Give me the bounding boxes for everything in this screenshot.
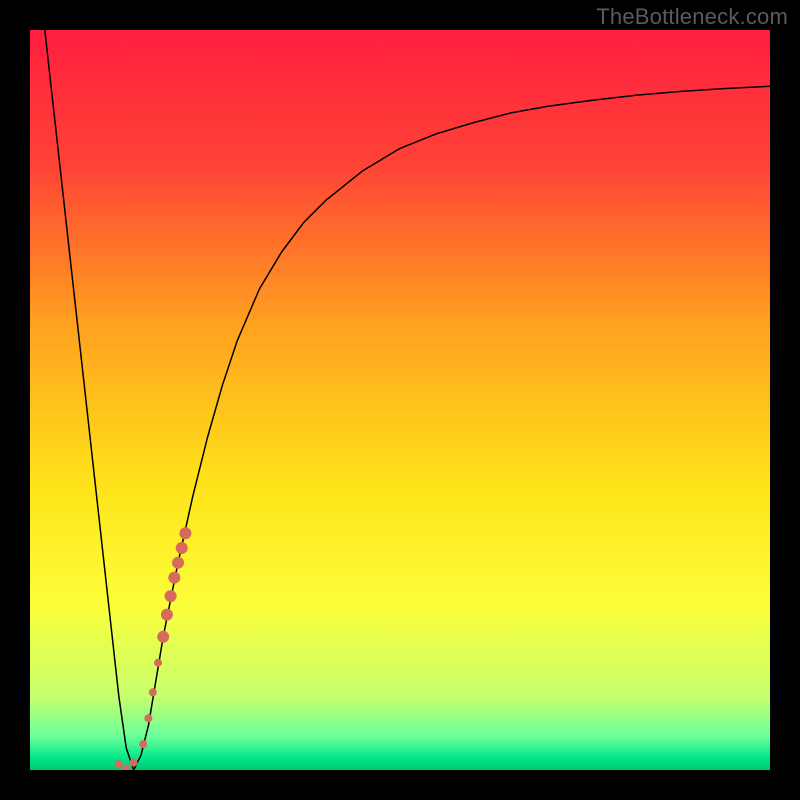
marker-dot bbox=[179, 527, 191, 539]
marker-dot-small bbox=[149, 688, 157, 696]
marker-dot bbox=[168, 572, 180, 584]
marker-dot bbox=[176, 542, 188, 554]
marker-dot bbox=[161, 609, 173, 621]
marker-dot-small bbox=[154, 659, 162, 667]
marker-dot bbox=[165, 590, 177, 602]
plot-area bbox=[30, 30, 770, 770]
marker-dot-small bbox=[115, 760, 123, 768]
gradient-background bbox=[30, 30, 770, 770]
marker-dot-small bbox=[130, 759, 138, 767]
marker-dot-small bbox=[144, 714, 152, 722]
marker-dot bbox=[157, 631, 169, 643]
bottleneck-chart bbox=[30, 30, 770, 770]
marker-dot bbox=[172, 557, 184, 569]
chart-frame: TheBottleneck.com bbox=[0, 0, 800, 800]
watermark-text: TheBottleneck.com bbox=[596, 4, 788, 30]
marker-dot-small bbox=[139, 740, 147, 748]
